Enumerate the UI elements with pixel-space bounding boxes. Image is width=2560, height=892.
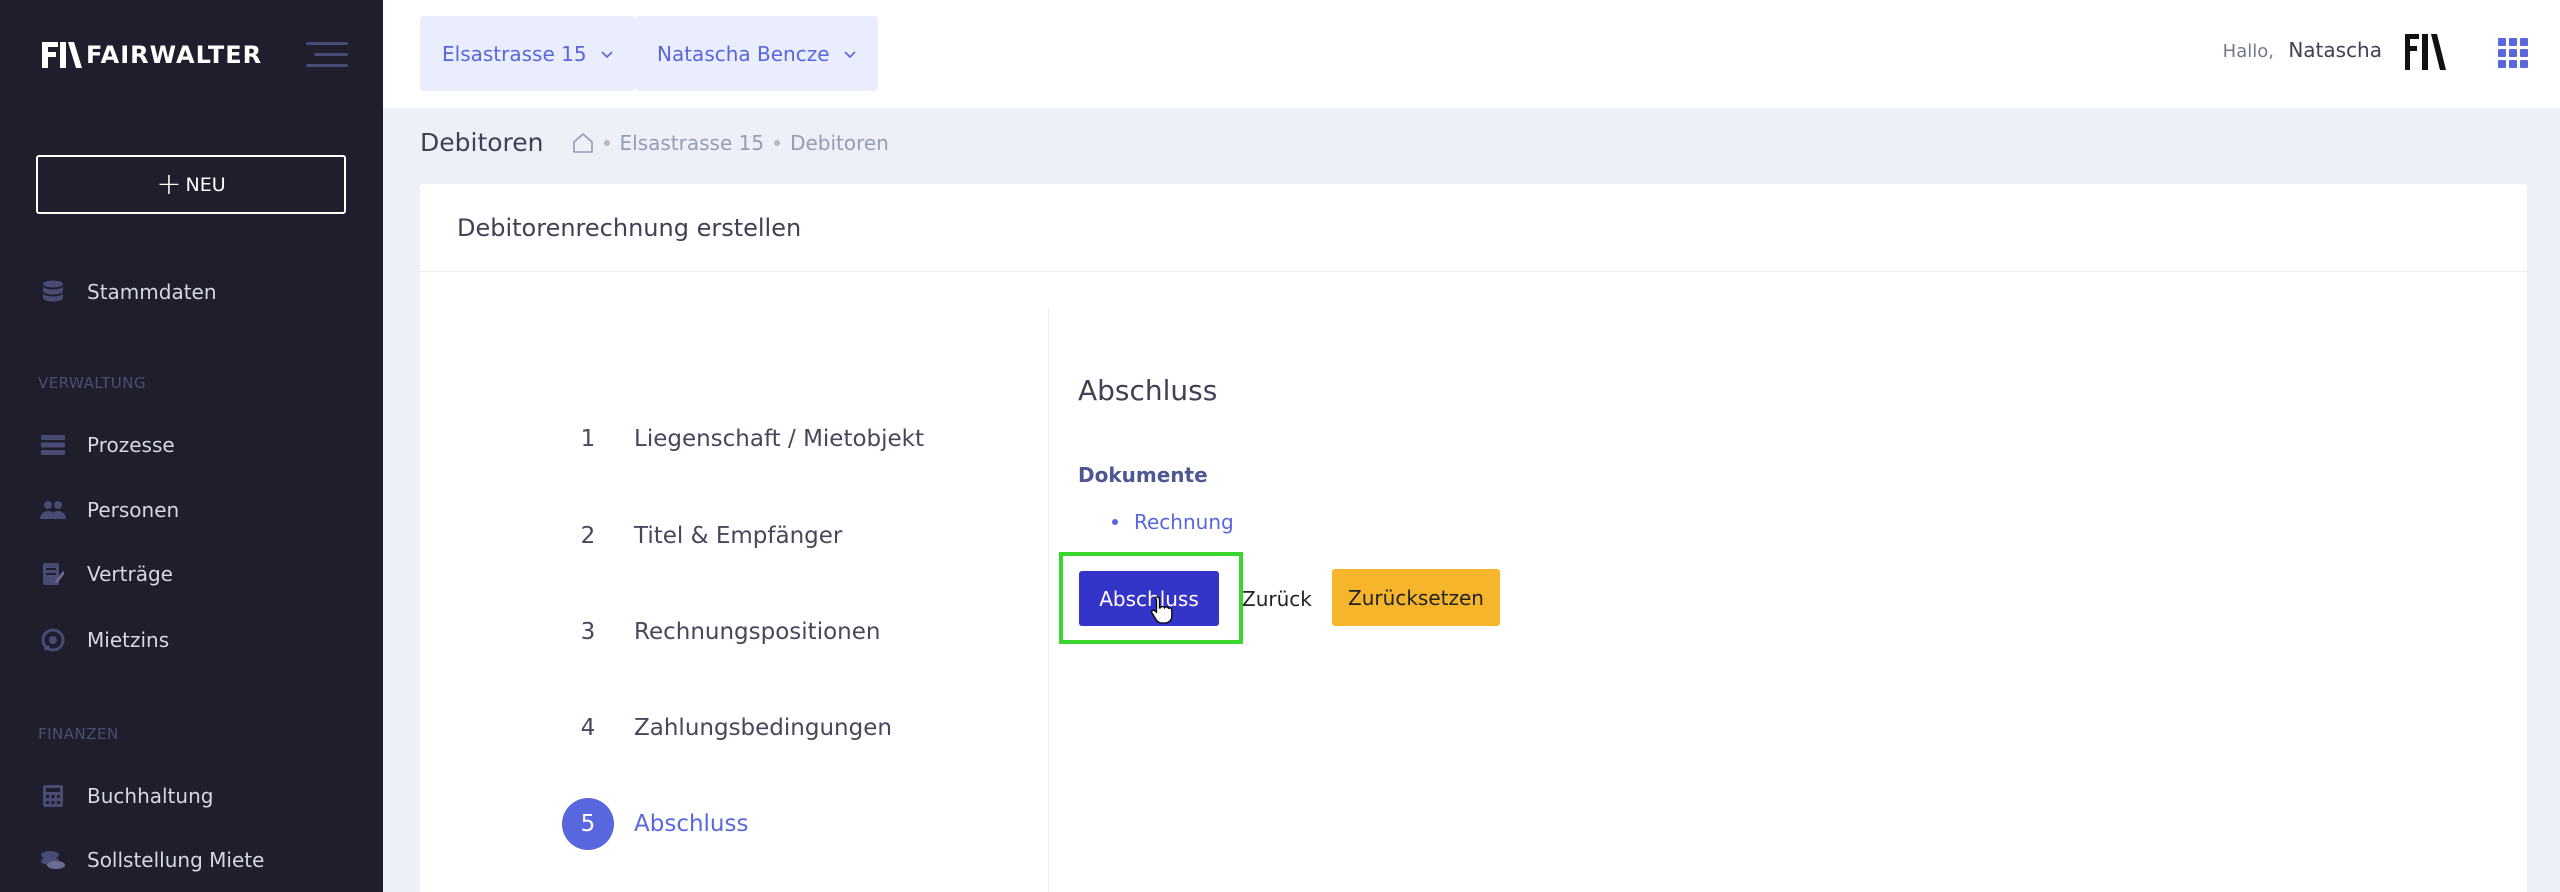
brand-logo[interactable]: FAIRWALTER <box>40 38 262 72</box>
wizard-card: Debitorenrechnung erstellen 1 Liegenscha… <box>420 184 2527 892</box>
sidebar-item-label: Sollstellung Miete <box>87 848 265 872</box>
step-label: Zahlungsbedingungen <box>634 715 892 741</box>
sidebar-item-label: Mietzins <box>87 628 170 652</box>
wizard-step-3[interactable]: 3 Rechnungspositionen <box>562 606 881 658</box>
step-number: 5 <box>562 798 614 850</box>
home-icon[interactable] <box>572 132 594 154</box>
sidebar: FAIRWALTER + NEU Stammdaten VERWALTUNG P… <box>0 0 383 892</box>
step-number: 3 <box>580 619 596 645</box>
rent-icon <box>40 627 66 653</box>
chevron-down-icon <box>600 50 613 58</box>
property-select-value: Elsastrasse 15 <box>442 41 587 66</box>
sidebar-item-label: Stammdaten <box>87 280 217 304</box>
bullet-icon <box>1112 519 1118 525</box>
topbar: Elsastrasse 15 Natascha Bencze Hallo, Na… <box>383 0 2560 108</box>
server-icon <box>40 432 66 458</box>
step-label: Titel & Empfänger <box>634 523 843 549</box>
step-label: Abschluss <box>634 811 749 837</box>
document-link-rechnung[interactable]: Rechnung <box>1112 510 1234 534</box>
chevron-down-icon <box>843 50 856 58</box>
subheader: Debitoren Elsastrasse 15 Debitoren <box>420 128 889 157</box>
fairwalter-logo-icon <box>42 42 82 68</box>
new-button-label: NEU <box>185 173 226 196</box>
sidebar-item-personen[interactable]: Personen <box>40 497 179 523</box>
step-number: 1 <box>580 426 596 452</box>
coins-icon <box>40 847 66 873</box>
breadcrumb-debitoren[interactable]: Debitoren <box>790 131 889 155</box>
reset-button[interactable]: Zurücksetzen <box>1332 569 1500 626</box>
sidebar-item-prozesse[interactable]: Prozesse <box>40 432 175 458</box>
database-icon <box>40 279 66 305</box>
sidebar-item-label: Personen <box>87 498 180 522</box>
documents-list: Rechnung <box>1112 510 1234 534</box>
wizard-divider <box>1048 308 1049 892</box>
step-label: Liegenschaft / Mietobjekt <box>634 426 925 452</box>
user-greeting[interactable]: Hallo, Natascha <box>2223 38 2382 62</box>
contract-icon <box>40 561 66 587</box>
document-link-label: Rechnung <box>1134 510 1234 534</box>
step-label: Rechnungspositionen <box>634 619 881 645</box>
sidebar-item-mietzins[interactable]: Mietzins <box>40 627 169 653</box>
property-select[interactable]: Elsastrasse 15 <box>420 16 635 91</box>
card-title: Debitorenrechnung erstellen <box>420 184 2527 272</box>
wizard-step-1[interactable]: 1 Liegenschaft / Mietobjekt <box>562 413 924 465</box>
sidebar-item-buchhaltung[interactable]: Buchhaltung <box>40 783 213 809</box>
sidebar-item-vertraege[interactable]: Verträge <box>40 561 173 587</box>
section-finanzen: FINANZEN <box>38 725 119 743</box>
sidebar-item-sollstellung-miete[interactable]: Sollstellung Miete <box>40 847 264 873</box>
step-number: 4 <box>580 715 596 741</box>
wizard-step-2[interactable]: 2 Titel & Empfänger <box>562 510 843 562</box>
step-number: 2 <box>580 523 596 549</box>
brand-name: FAIRWALTER <box>86 41 263 69</box>
wizard-step-5[interactable]: 5 Abschluss <box>562 798 748 850</box>
new-button[interactable]: + NEU <box>36 155 346 214</box>
breadcrumb-separator <box>603 139 610 146</box>
calculator-icon <box>40 783 66 809</box>
people-icon <box>40 497 66 523</box>
menu-toggle-icon[interactable] <box>306 42 348 70</box>
page-title: Debitoren <box>420 128 544 157</box>
section-verwaltung: VERWALTUNG <box>38 374 147 392</box>
person-select[interactable]: Natascha Bencze <box>635 16 878 91</box>
documents-label: Dokumente <box>1078 463 1208 487</box>
sidebar-item-label: Buchhaltung <box>87 784 214 808</box>
sidebar-item-label: Verträge <box>87 562 173 586</box>
wizard-step-4[interactable]: 4 Zahlungsbedingungen <box>562 702 892 754</box>
finish-button[interactable]: Abschluss <box>1079 571 1219 626</box>
apps-grid-icon[interactable] <box>2498 38 2528 68</box>
greeting-text: Hallo, <box>2222 41 2274 62</box>
sidebar-item-stammdaten[interactable]: Stammdaten <box>40 279 217 305</box>
sidebar-item-label: Prozesse <box>87 433 175 457</box>
user-name: Natascha <box>2288 38 2382 62</box>
breadcrumb-property[interactable]: Elsastrasse 15 <box>620 131 765 155</box>
section-title: Abschluss <box>1078 374 1218 407</box>
plus-icon: + <box>156 166 182 202</box>
breadcrumb-separator <box>774 139 781 146</box>
person-select-value: Natascha Bencze <box>657 41 830 66</box>
user-avatar-icon[interactable] <box>2403 30 2447 74</box>
back-button[interactable]: Zurück <box>1242 571 1312 626</box>
hand-cursor-icon <box>1151 596 1173 624</box>
